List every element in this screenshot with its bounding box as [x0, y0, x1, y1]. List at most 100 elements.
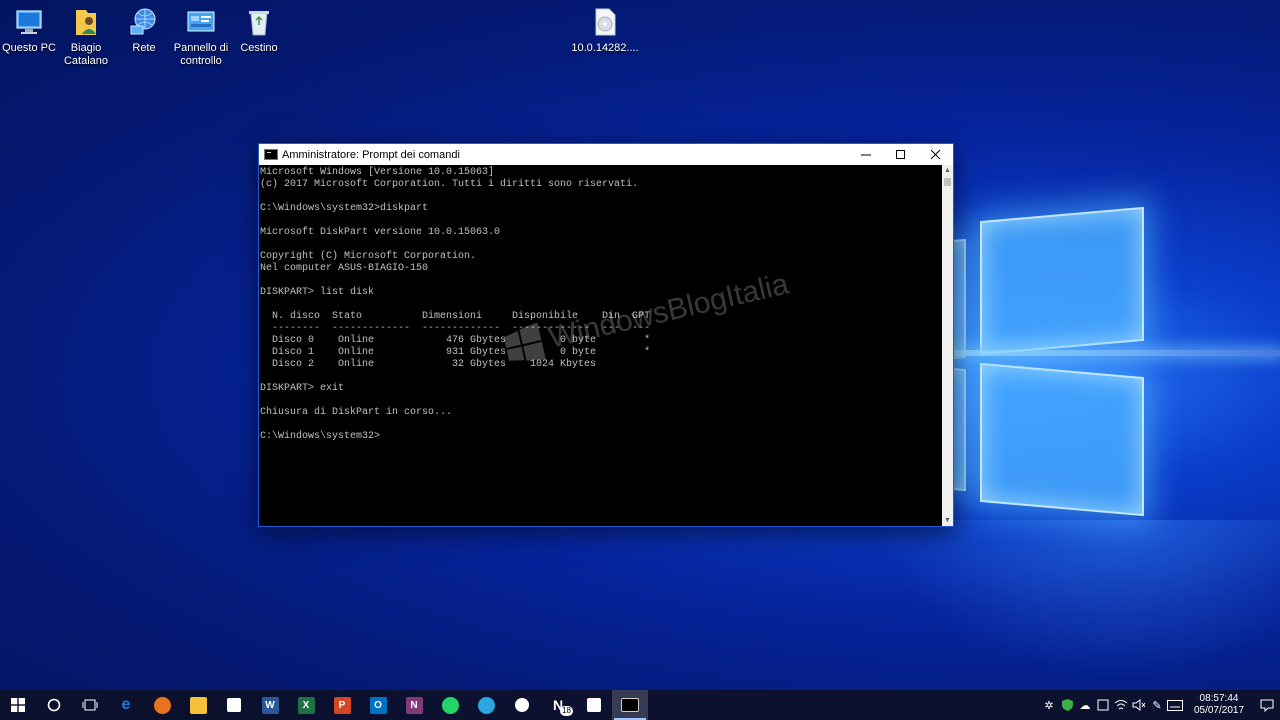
maximize-icon — [895, 149, 905, 159]
maximize-button[interactable] — [883, 144, 918, 165]
system-tray: ✲ ☁ ✎ 08:57:44 05/07/2017 — [1040, 690, 1280, 720]
command-prompt-window[interactable]: Amministratore: Prompt dei comandi Micro… — [258, 143, 954, 527]
app-tray-icon[interactable] — [1094, 690, 1112, 720]
recycle-bin-icon — [249, 11, 269, 36]
vertical-scrollbar[interactable]: ▲ ▼ — [942, 165, 953, 526]
console-line: Nel computer ASUS-BIAGIO-150 — [260, 263, 429, 274]
wallpaper-glow — [880, 520, 1280, 680]
close-button[interactable] — [918, 144, 953, 165]
defender-tray-icon[interactable] — [1058, 690, 1076, 720]
task-view-icon — [82, 699, 98, 711]
taskbar-app-file-explorer[interactable] — [180, 690, 216, 720]
shield-icon — [1061, 699, 1073, 711]
taskbar-app-firefox[interactable] — [144, 690, 180, 720]
wifi-tray-icon[interactable] — [1112, 690, 1130, 720]
console-line: C:\Windows\system32> — [260, 431, 381, 442]
pen-tray-icon[interactable]: ✎ — [1148, 690, 1166, 720]
desktop-icon-label: Cestino — [240, 42, 278, 54]
edge-icon: e — [121, 696, 131, 713]
taskbar: e W X P O N N 18 ✲ ☁ ✎ 08:57:44 05/07/20… — [0, 690, 1280, 720]
task-view-button[interactable] — [72, 690, 108, 720]
keyboard-tray-icon[interactable] — [1166, 690, 1184, 720]
clock-time: 08:57:44 — [1199, 693, 1239, 704]
outlook-icon: O — [369, 696, 387, 714]
window-title: Amministratore: Prompt dei comandi — [282, 148, 460, 161]
taskbar-app-notifier[interactable]: N 18 — [540, 690, 576, 720]
taskbar-app-word[interactable]: W — [252, 690, 288, 720]
console-line: DISKPART> exit — [260, 383, 345, 394]
minimize-icon — [860, 154, 871, 155]
word-icon: W — [261, 696, 279, 714]
desktop-icon-label: 10.0.14282.... — [571, 42, 639, 54]
taskbar-app-telegram[interactable] — [468, 690, 504, 720]
whatsapp-icon — [441, 696, 459, 714]
app-icon — [1097, 699, 1109, 711]
taskbar-clock[interactable]: 08:57:44 05/07/2017 — [1190, 693, 1248, 717]
onenote-icon: N — [405, 696, 423, 714]
start-button[interactable] — [0, 690, 36, 720]
console-line: C:\Windows\system32>diskpart — [260, 203, 429, 214]
clock-date: 05/07/2017 — [1193, 705, 1245, 716]
store-icon — [227, 698, 241, 712]
taskbar-app-edge[interactable]: e — [108, 690, 144, 720]
settings-tray-icon[interactable]: ✲ — [1040, 690, 1058, 720]
control-panel-icon — [187, 11, 215, 32]
powerpoint-icon: P — [333, 696, 351, 714]
desktop-icon-cestino[interactable]: Cestino — [224, 2, 294, 55]
taskbar-app-outlook[interactable]: O — [360, 690, 396, 720]
console-line: -------- ------------- ------------- ---… — [260, 323, 651, 334]
console-line: Disco 0 Online 476 Gbytes 0 byte * — [260, 335, 651, 346]
console-line: Microsoft DiskPart versione 10.0.15063.0 — [260, 227, 501, 238]
notification-badge: 18 — [560, 706, 573, 716]
taskbar-app-slack[interactable] — [504, 690, 540, 720]
volume-muted-icon — [1132, 699, 1146, 711]
excel-icon: X — [297, 696, 315, 714]
taskbar-app-excel[interactable]: X — [288, 690, 324, 720]
taskbar-app-whatsapp[interactable] — [432, 690, 468, 720]
cmd-icon — [621, 698, 639, 712]
windows-blog-icon — [587, 698, 601, 712]
volume-tray-icon[interactable] — [1130, 690, 1148, 720]
console-line: Disco 2 Online 32 Gbytes 1024 Kbytes — [260, 359, 597, 370]
firefox-icon — [153, 696, 171, 714]
slack-icon — [515, 698, 529, 712]
onedrive-tray-icon[interactable]: ☁ — [1076, 690, 1094, 720]
taskbar-app-cmd[interactable] — [612, 690, 648, 720]
action-center-button[interactable] — [1254, 690, 1280, 720]
disc-image-icon — [595, 8, 616, 36]
console-line: DISKPART> list disk — [260, 287, 375, 298]
taskbar-app-powerpoint[interactable]: P — [324, 690, 360, 720]
scroll-up-icon[interactable]: ▲ — [942, 165, 953, 176]
keyboard-icon — [1167, 699, 1183, 711]
console-line: (c) 2017 Microsoft Corporation. Tutti i … — [260, 179, 639, 190]
console-line: Copyright (C) Microsoft Corporation. — [260, 251, 477, 262]
notification-icon — [1260, 699, 1274, 712]
user-folder-icon — [76, 10, 96, 35]
console-output[interactable]: Microsoft Windows [Versione 10.0.15063](… — [259, 165, 942, 526]
wallpaper-windows-logo — [940, 200, 1280, 530]
close-icon — [930, 149, 940, 159]
file-explorer-icon — [189, 696, 207, 714]
taskbar-app-store[interactable] — [216, 690, 252, 720]
network-icon — [130, 8, 156, 35]
window-titlebar[interactable]: Amministratore: Prompt dei comandi — [259, 144, 953, 165]
taskbar-app-onenote[interactable]: N — [396, 690, 432, 720]
console-line: Disco 1 Online 931 Gbytes 0 byte * — [260, 347, 651, 358]
console-line: Chiusura di DiskPart in corso... — [260, 407, 453, 418]
wifi-icon — [1114, 700, 1128, 710]
scrollbar-thumb[interactable] — [944, 178, 951, 186]
minimize-button[interactable] — [848, 144, 883, 165]
cortana-icon — [47, 698, 61, 712]
cortana-button[interactable] — [36, 690, 72, 720]
desktop-icon-iso-file[interactable]: 10.0.14282.... — [570, 2, 640, 55]
computer-icon — [16, 10, 42, 34]
scroll-down-icon[interactable]: ▼ — [942, 515, 953, 526]
taskbar-app-windows-blog[interactable] — [576, 690, 612, 720]
